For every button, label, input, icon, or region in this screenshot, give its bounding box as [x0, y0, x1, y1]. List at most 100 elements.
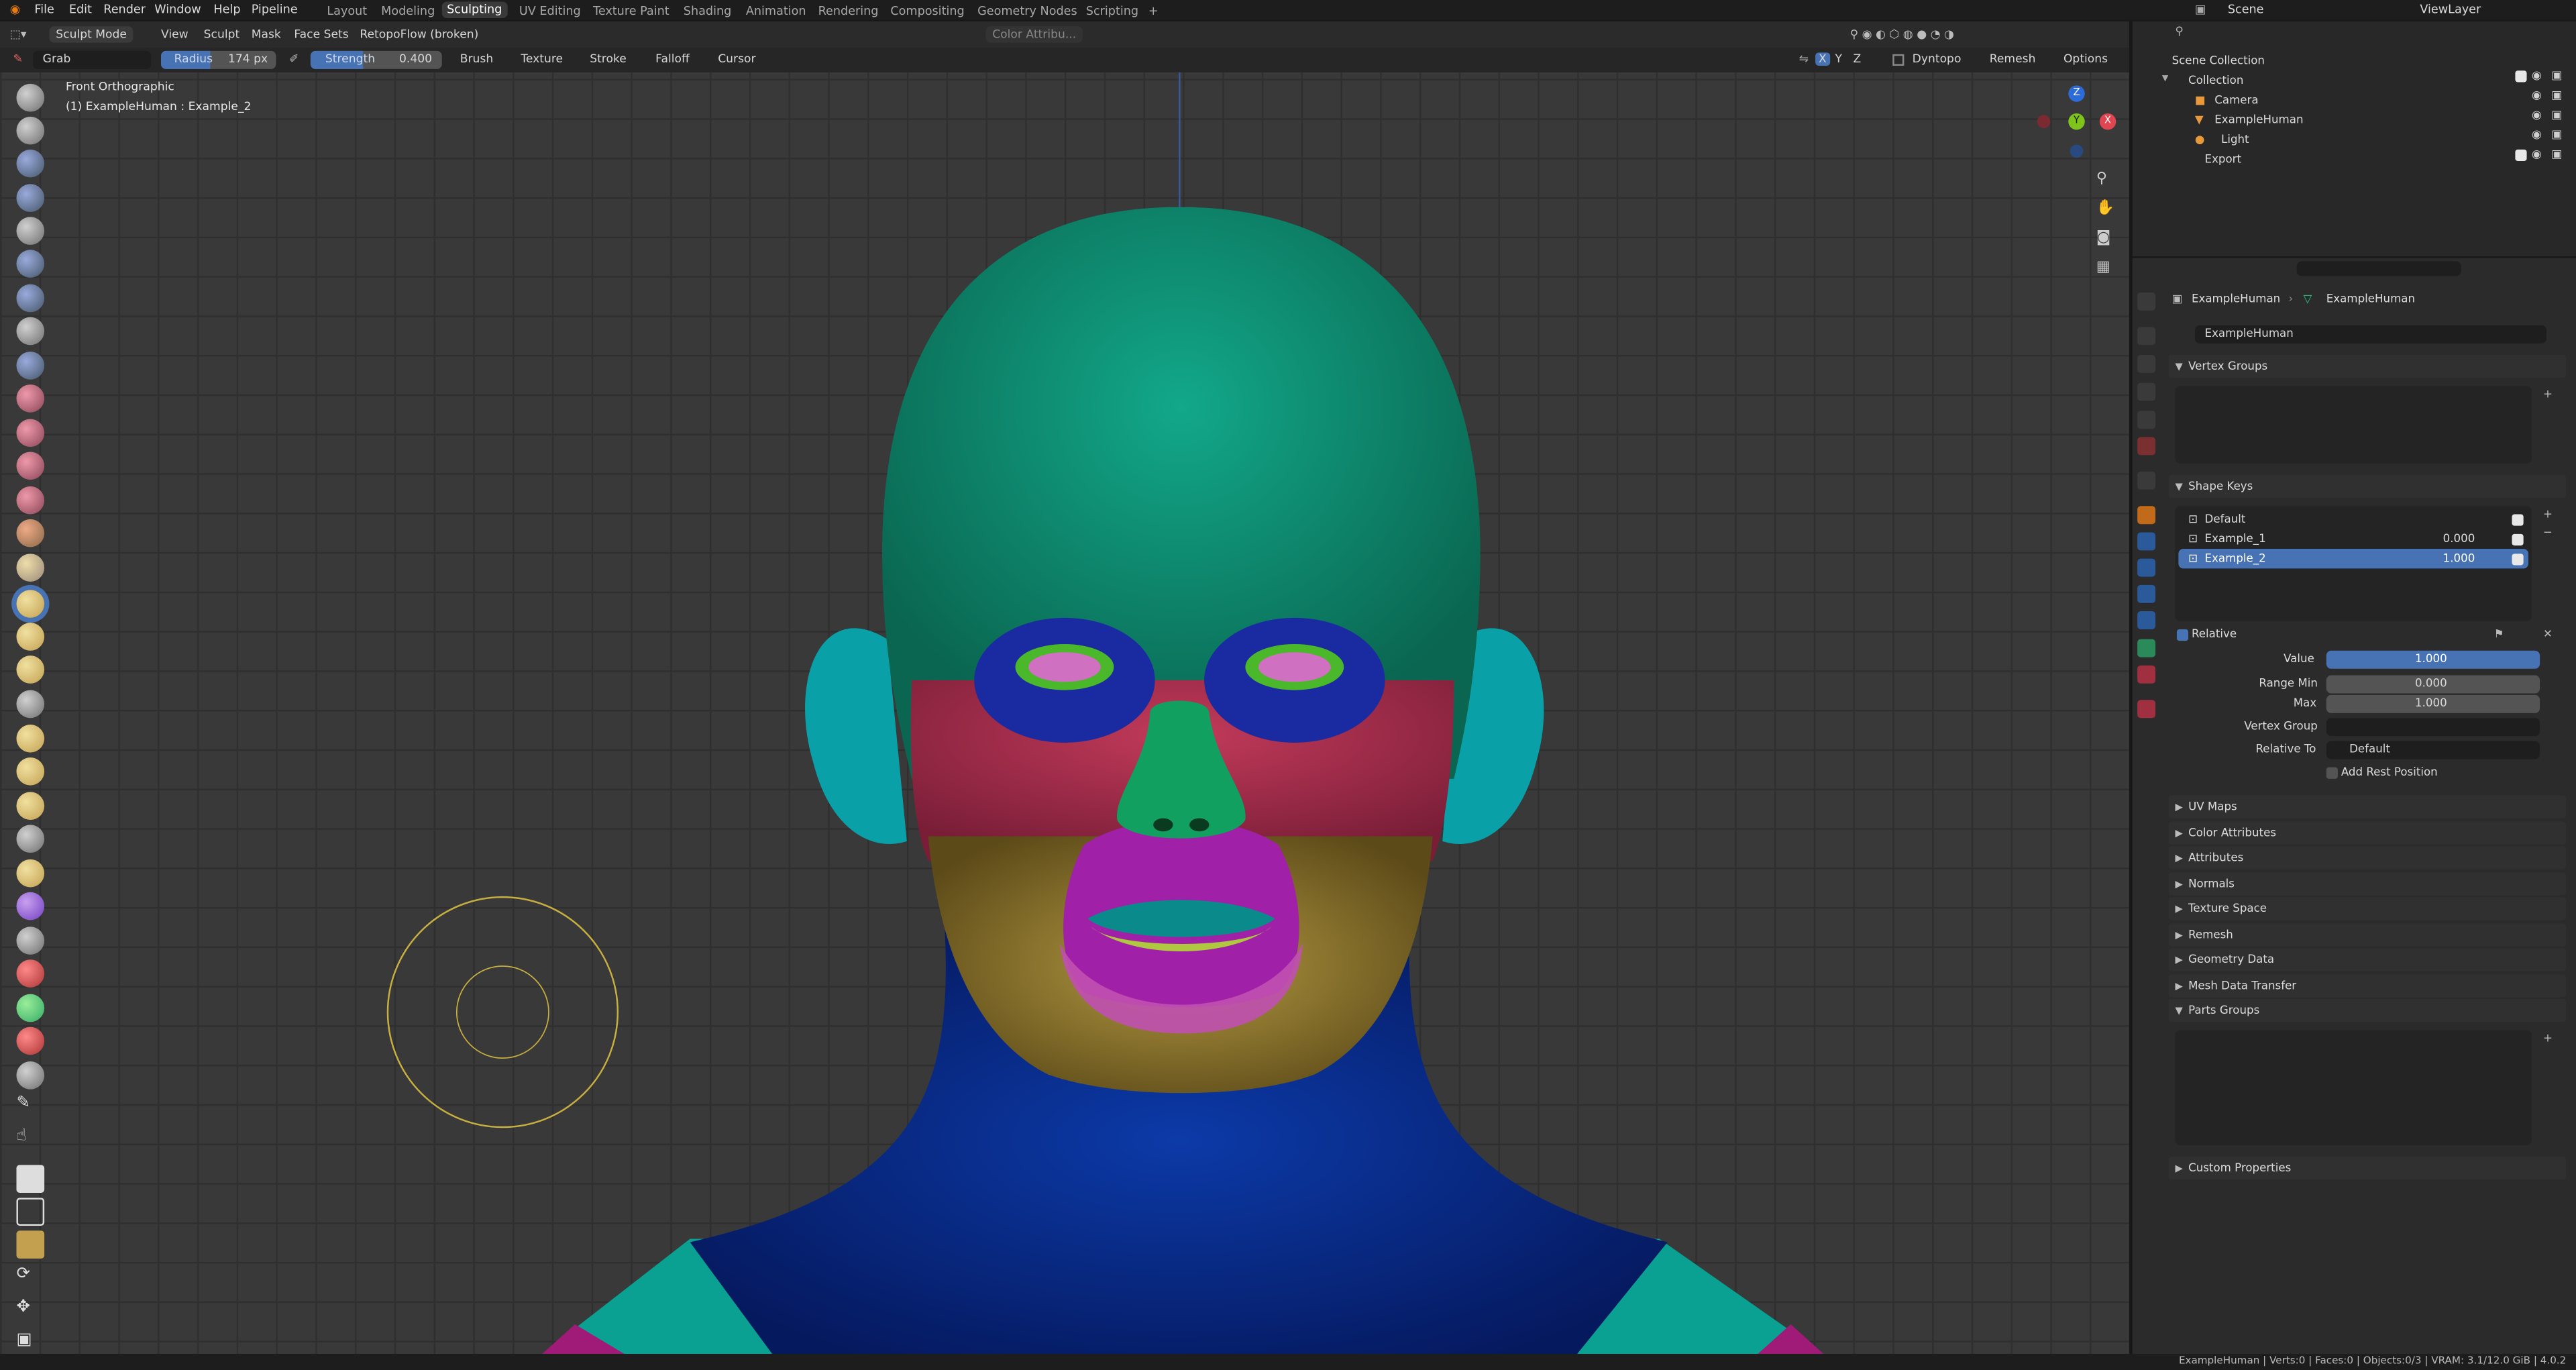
add-rest-position-checkbox[interactable] — [2326, 767, 2338, 779]
dyntopo-checkbox[interactable] — [1892, 54, 1904, 66]
menu-edit[interactable]: Edit — [69, 1, 92, 16]
tab-layout[interactable]: Layout — [327, 3, 367, 18]
shape-keys-header[interactable]: ▼ Shape Keys — [2168, 474, 2567, 498]
multires-displacement-eraser-icon[interactable] — [16, 1026, 45, 1055]
constraints-tab-icon[interactable] — [2137, 611, 2156, 629]
menu-retopoflow[interactable]: RetopoFlow (broken) — [360, 28, 478, 42]
add-workspace-button[interactable]: + — [1148, 3, 1159, 18]
texture-space-header[interactable]: ▶ Texture Space — [2168, 897, 2567, 920]
visibility-eye-icon[interactable]: ◉ — [2532, 89, 2542, 102]
breadcrumb-object[interactable]: ExampleHuman — [2192, 293, 2280, 306]
modifier-tab-icon[interactable] — [2137, 532, 2156, 551]
layer-brush-icon[interactable] — [16, 250, 45, 278]
render-camera-icon[interactable]: ▣ — [2551, 69, 2562, 83]
tab-compositing[interactable]: Compositing — [890, 3, 964, 18]
normals-header[interactable]: ▶ Normals — [2168, 872, 2567, 896]
color-attribute-selector[interactable]: Color Attribu... — [985, 26, 1083, 43]
scene-collection[interactable]: Scene Collection — [2172, 54, 2265, 68]
physics-tab-icon[interactable] — [2137, 584, 2156, 603]
viewport-shading-icons[interactable]: ⚲ ◉ ◐ ⬡ ◍ ● ◔ ◑ — [1850, 28, 1954, 42]
shape-key-example-2-value[interactable]: 1.000 — [2443, 552, 2475, 566]
paint-brush-icon[interactable]: ✎ — [16, 1094, 44, 1122]
menu-pipeline[interactable]: Pipeline — [252, 1, 298, 16]
parts-groups-list[interactable] — [2175, 1030, 2532, 1145]
crease-brush-icon[interactable] — [16, 352, 45, 380]
mesh-name-field[interactable]: ExampleHuman — [2194, 325, 2546, 344]
fill-brush-icon[interactable] — [16, 452, 45, 480]
tab-uv-editing[interactable]: UV Editing — [519, 3, 581, 18]
collection-tab-icon[interactable] — [2137, 471, 2156, 490]
shape-key-example-1[interactable]: Example_1 — [2205, 532, 2266, 545]
scene-selector[interactable]: Scene — [2228, 1, 2264, 16]
options-menu[interactable]: Options — [2063, 52, 2108, 66]
navigation-gizmo[interactable]: Z Y X — [2037, 85, 2123, 170]
add-parts-group-icon[interactable]: + — [2543, 1032, 2553, 1045]
clay-thumb-brush-icon[interactable] — [16, 217, 45, 245]
cloth-brush-icon[interactable] — [16, 892, 45, 920]
shape-key-example-2[interactable]: Example_2 — [2205, 552, 2266, 566]
simplify-brush-icon[interactable] — [16, 927, 45, 955]
radius-field[interactable]: Radius 174 px — [161, 50, 276, 69]
multiplane-scrape-brush-icon[interactable] — [16, 519, 45, 547]
value-slider[interactable]: 1.000 — [2326, 650, 2540, 669]
add-shape-key-icon[interactable]: + — [2543, 508, 2553, 521]
render-camera-icon[interactable]: ▣ — [2551, 89, 2562, 102]
attributes-header[interactable]: ▶ Attributes — [2168, 846, 2567, 870]
transform-move-icon[interactable]: ✥ — [16, 1298, 44, 1326]
parts-groups-header[interactable]: ▼ Parts Groups — [2168, 998, 2567, 1022]
render-camera-icon[interactable]: ▣ — [2551, 148, 2562, 161]
mesh-data-transfer-header[interactable]: ▶ Mesh Data Transfer — [2168, 974, 2567, 998]
stroke-menu[interactable]: Stroke — [590, 52, 627, 66]
close-icon[interactable]: ✕ — [2543, 628, 2553, 641]
relative-checkbox[interactable] — [2176, 629, 2189, 641]
draw-sharp-brush-icon[interactable] — [16, 116, 45, 145]
menu-help[interactable]: Help — [213, 1, 240, 16]
blender-logo-icon[interactable]: ◉ — [10, 1, 20, 16]
visibility-eye-icon[interactable]: ◉ — [2532, 128, 2542, 142]
outliner-export-collection[interactable]: Export — [2205, 153, 2241, 166]
strength-field[interactable]: Strength 0.400 — [310, 50, 442, 69]
zoom-icon[interactable]: ⚲ — [2096, 171, 2107, 187]
collection-exclude-checkbox[interactable] — [2515, 70, 2527, 83]
gizmo-neg-x[interactable] — [2037, 115, 2051, 129]
flatten-brush-icon[interactable] — [16, 419, 45, 447]
texture-menu[interactable]: Texture — [521, 52, 563, 66]
tab-texture-paint[interactable]: Texture Paint — [593, 3, 669, 18]
falloff-menu[interactable]: Falloff — [655, 52, 690, 66]
mirror-x-toggle[interactable]: X — [1815, 52, 1830, 66]
grid-toggle-icon[interactable]: ▦ — [2096, 260, 2110, 276]
range-min-field[interactable]: 0.000 — [2326, 675, 2540, 694]
camera-icon[interactable]: ◙ — [2096, 230, 2110, 246]
menu-render[interactable]: Render — [103, 1, 146, 16]
cursor-menu[interactable]: Cursor — [718, 52, 755, 66]
snake-hook-brush-icon[interactable] — [16, 655, 45, 684]
outliner-item-camera[interactable]: Camera — [2214, 94, 2258, 107]
rotate-brush-icon[interactable] — [16, 792, 45, 821]
pinch-brush-icon[interactable] — [16, 554, 45, 582]
box-hide-icon[interactable] — [16, 1198, 45, 1226]
geometry-data-header[interactable]: ▶ Geometry Data — [2168, 948, 2567, 971]
smooth-brush-icon[interactable] — [16, 384, 45, 413]
mesh-data-tab-icon[interactable] — [2137, 639, 2156, 657]
menu-sculpt[interactable]: Sculpt — [204, 28, 240, 42]
remove-shape-key-icon[interactable]: − — [2543, 526, 2553, 539]
properties-search-input[interactable] — [2296, 261, 2461, 276]
render-camera-icon[interactable]: ▣ — [2551, 128, 2562, 142]
thumb-brush-icon[interactable] — [16, 690, 45, 719]
editor-type-icon[interactable]: ⬚▾ — [10, 28, 27, 42]
export-exclude-checkbox[interactable] — [2515, 149, 2527, 162]
draw-brush-icon[interactable] — [16, 83, 45, 112]
menu-mask[interactable]: Mask — [252, 28, 281, 42]
view-layer-selector[interactable]: ViewLayer — [2420, 1, 2481, 16]
gizmo-x-axis[interactable]: X — [2099, 113, 2116, 130]
dyntopo-menu[interactable]: Dyntopo — [1913, 52, 1962, 66]
outliner-filter-icon[interactable]: ⚲ — [2175, 25, 2183, 38]
pose-brush-icon[interactable] — [16, 725, 45, 753]
outliner-item-examplehuman[interactable]: ExampleHuman — [2214, 113, 2303, 127]
pressure-icon[interactable]: ✐ — [289, 52, 299, 66]
add-vertex-group-icon[interactable]: + — [2543, 388, 2553, 401]
clay-brush-icon[interactable] — [16, 149, 45, 178]
remesh-header[interactable]: ▶ Remesh — [2168, 923, 2567, 947]
render-tab-icon[interactable] — [2137, 327, 2156, 346]
vertex-groups-list[interactable] — [2175, 386, 2532, 464]
